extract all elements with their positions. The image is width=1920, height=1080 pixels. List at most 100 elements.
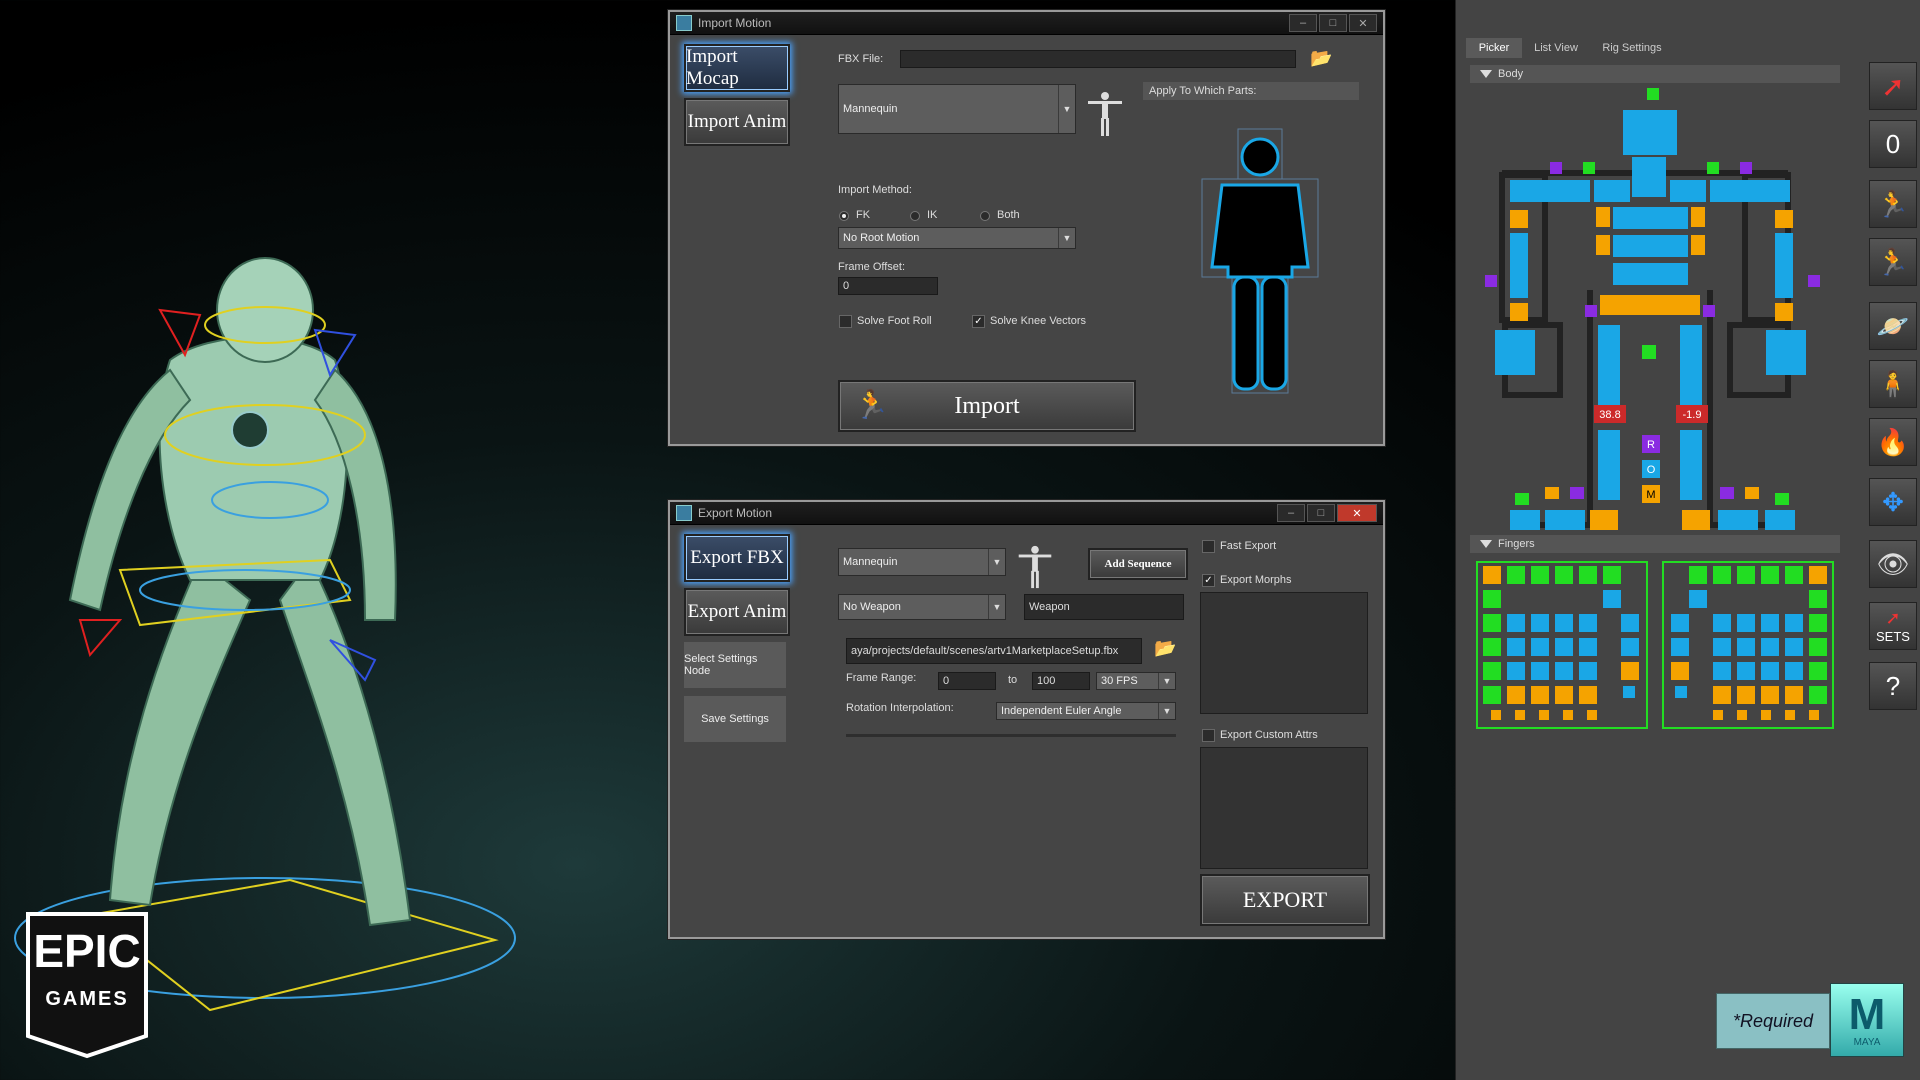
epic-games-logo: EPIC GAMES bbox=[24, 910, 150, 1060]
export-fbx-tab[interactable]: Export FBX bbox=[684, 534, 790, 582]
to-label: to bbox=[1008, 674, 1018, 686]
export-motion-window: Export Motion – □ ✕ Export FBX Export An… bbox=[668, 500, 1385, 939]
maya-logo-label: MAYA bbox=[1853, 1036, 1881, 1048]
progress-bar bbox=[846, 734, 1176, 737]
chevron-down-icon: ▼ bbox=[1158, 703, 1175, 719]
import-method-label: Import Method: bbox=[838, 184, 912, 196]
select-arrow-icon[interactable]: ➚ bbox=[1869, 62, 1917, 110]
select-settings-node-button[interactable]: Select Settings Node bbox=[684, 642, 786, 688]
fingers-picker[interactable] bbox=[1475, 560, 1835, 730]
solve-knee-vectors-checkbox[interactable]: ✓ bbox=[972, 315, 985, 328]
character-dropdown[interactable]: Mannequin ▼ bbox=[838, 84, 1076, 134]
export-morphs-checkbox[interactable]: ✓ bbox=[1202, 574, 1215, 587]
import-motion-window: Import Motion – □ ✕ Import Mocap Import … bbox=[668, 10, 1385, 446]
epic-logo-top: EPIC bbox=[33, 925, 141, 977]
frame-range-label: Frame Range: bbox=[846, 672, 917, 684]
import-window-title: Import Motion bbox=[698, 16, 772, 30]
fbx-file-input[interactable] bbox=[900, 50, 1296, 68]
export-window-title: Export Motion bbox=[698, 506, 773, 520]
close-button[interactable]: ✕ bbox=[1337, 504, 1377, 522]
import-anim-tab[interactable]: Import Anim bbox=[684, 98, 790, 146]
tab-list-view[interactable]: List View bbox=[1524, 38, 1588, 58]
rotation-interpolation-value: Independent Euler Angle bbox=[1001, 705, 1122, 717]
rom-o: O bbox=[1647, 464, 1656, 476]
rom-r: R bbox=[1647, 439, 1655, 451]
solve-foot-roll-checkbox[interactable] bbox=[839, 315, 852, 328]
figure-icon[interactable]: 🧍 bbox=[1869, 360, 1917, 408]
window-icon bbox=[676, 505, 692, 521]
export-button[interactable]: EXPORT bbox=[1200, 874, 1370, 926]
export-character-dropdown[interactable]: Mannequin ▼ bbox=[838, 548, 1006, 576]
rotation-interpolation-label: Rotation Interpolation: bbox=[846, 702, 954, 714]
import-button-label: Import bbox=[954, 392, 1020, 419]
minimize-button[interactable]: – bbox=[1277, 504, 1305, 522]
tab-picker[interactable]: Picker bbox=[1466, 38, 1522, 58]
solve-knee-vectors-label: Solve Knee Vectors bbox=[990, 315, 1087, 327]
chevron-down-icon: ▼ bbox=[1158, 673, 1175, 689]
import-mocap-tab[interactable]: Import Mocap bbox=[684, 44, 790, 92]
radio-both-label: Both bbox=[997, 209, 1020, 221]
eye-icon[interactable]: 👁 bbox=[1869, 540, 1917, 588]
maximize-button[interactable]: □ bbox=[1319, 14, 1347, 32]
rotation-interpolation-dropdown[interactable]: Independent Euler Angle ▼ bbox=[996, 702, 1176, 720]
morphs-list[interactable] bbox=[1200, 592, 1368, 714]
radio-both[interactable] bbox=[980, 211, 990, 221]
export-path-input[interactable]: aya/projects/default/scenes/artv1Marketp… bbox=[846, 638, 1142, 664]
frame-start-input[interactable]: 0 bbox=[938, 672, 996, 690]
help-button[interactable]: ? bbox=[1869, 662, 1917, 710]
fps-value: 30 FPS bbox=[1101, 675, 1138, 687]
chevron-down-icon: ▼ bbox=[1058, 85, 1075, 133]
maya-logo: M MAYA bbox=[1830, 983, 1904, 1057]
radio-fk[interactable] bbox=[839, 211, 849, 221]
chevron-down-icon: ▼ bbox=[988, 595, 1005, 619]
custom-attrs-list[interactable] bbox=[1200, 747, 1368, 869]
body-section-header[interactable]: Body bbox=[1470, 65, 1840, 83]
import-button[interactable]: 🏃 Import bbox=[838, 380, 1136, 432]
running-pose-icon[interactable]: 🏃 bbox=[1869, 180, 1917, 228]
right-leg-value: -1.9 bbox=[1683, 409, 1702, 421]
fast-export-checkbox[interactable] bbox=[1202, 540, 1215, 553]
folder-icon[interactable]: 📂 bbox=[1310, 48, 1332, 69]
import-titlebar: Import Motion – □ ✕ bbox=[670, 12, 1383, 35]
radio-ik[interactable] bbox=[910, 211, 920, 221]
selection-sets-button[interactable]: ➚ SETS bbox=[1869, 602, 1917, 650]
epic-logo-bottom: GAMES bbox=[45, 988, 129, 1010]
export-custom-attrs-label: Export Custom Attrs bbox=[1220, 729, 1318, 741]
select-arrow-icon: ➚ bbox=[1885, 608, 1901, 628]
save-settings-button[interactable]: Save Settings bbox=[684, 696, 786, 742]
body-picker[interactable]: 38.8 -1.9 R O M bbox=[1470, 85, 1840, 533]
tab-rig-settings[interactable]: Rig Settings bbox=[1590, 38, 1674, 58]
tpose-figure-icon bbox=[1018, 545, 1052, 589]
frame-offset-label: Frame Offset: bbox=[838, 261, 906, 273]
apply-parts-header: Apply To Which Parts: bbox=[1143, 82, 1359, 100]
chevron-down-icon: ▼ bbox=[1058, 228, 1075, 248]
running-figure-icon: 🏃 bbox=[854, 390, 889, 421]
export-character-value: Mannequin bbox=[843, 556, 898, 568]
minimize-button[interactable]: – bbox=[1289, 14, 1317, 32]
mirror-pose-icon[interactable]: 🏃 bbox=[1869, 238, 1917, 286]
maximize-button[interactable]: □ bbox=[1307, 504, 1335, 522]
character-value: Mannequin bbox=[843, 103, 898, 115]
body-part-selector[interactable] bbox=[1200, 127, 1320, 397]
root-motion-dropdown[interactable]: No Root Motion ▼ bbox=[838, 227, 1076, 249]
transform-icon[interactable]: ✥ bbox=[1869, 478, 1917, 526]
export-anim-tab[interactable]: Export Anim bbox=[684, 588, 790, 636]
add-sequence-button[interactable]: Add Sequence bbox=[1088, 548, 1188, 580]
close-button[interactable]: ✕ bbox=[1349, 14, 1377, 32]
rom-m: M bbox=[1646, 489, 1655, 501]
required-badge: *Required bbox=[1716, 993, 1830, 1049]
frame-end-input[interactable]: 100 bbox=[1032, 672, 1090, 690]
export-custom-attrs-checkbox[interactable] bbox=[1202, 729, 1215, 742]
solve-foot-roll-label: Solve Foot Roll bbox=[857, 315, 932, 327]
radio-ik-label: IK bbox=[927, 209, 938, 221]
match-icon[interactable]: 🔥 bbox=[1869, 418, 1917, 466]
fingers-section-header[interactable]: Fingers bbox=[1470, 535, 1840, 553]
weapon-input[interactable]: Weapon bbox=[1024, 594, 1184, 620]
zero-out-button[interactable]: 0 bbox=[1869, 120, 1917, 168]
planet-icon[interactable]: 🪐 bbox=[1869, 302, 1917, 350]
weapon-dropdown[interactable]: No Weapon ▼ bbox=[838, 594, 1006, 620]
fps-dropdown[interactable]: 30 FPS ▼ bbox=[1096, 672, 1176, 690]
frame-offset-input[interactable]: 0 bbox=[838, 277, 938, 295]
folder-icon[interactable]: 📂 bbox=[1154, 638, 1176, 659]
export-morphs-label: Export Morphs bbox=[1220, 574, 1292, 586]
